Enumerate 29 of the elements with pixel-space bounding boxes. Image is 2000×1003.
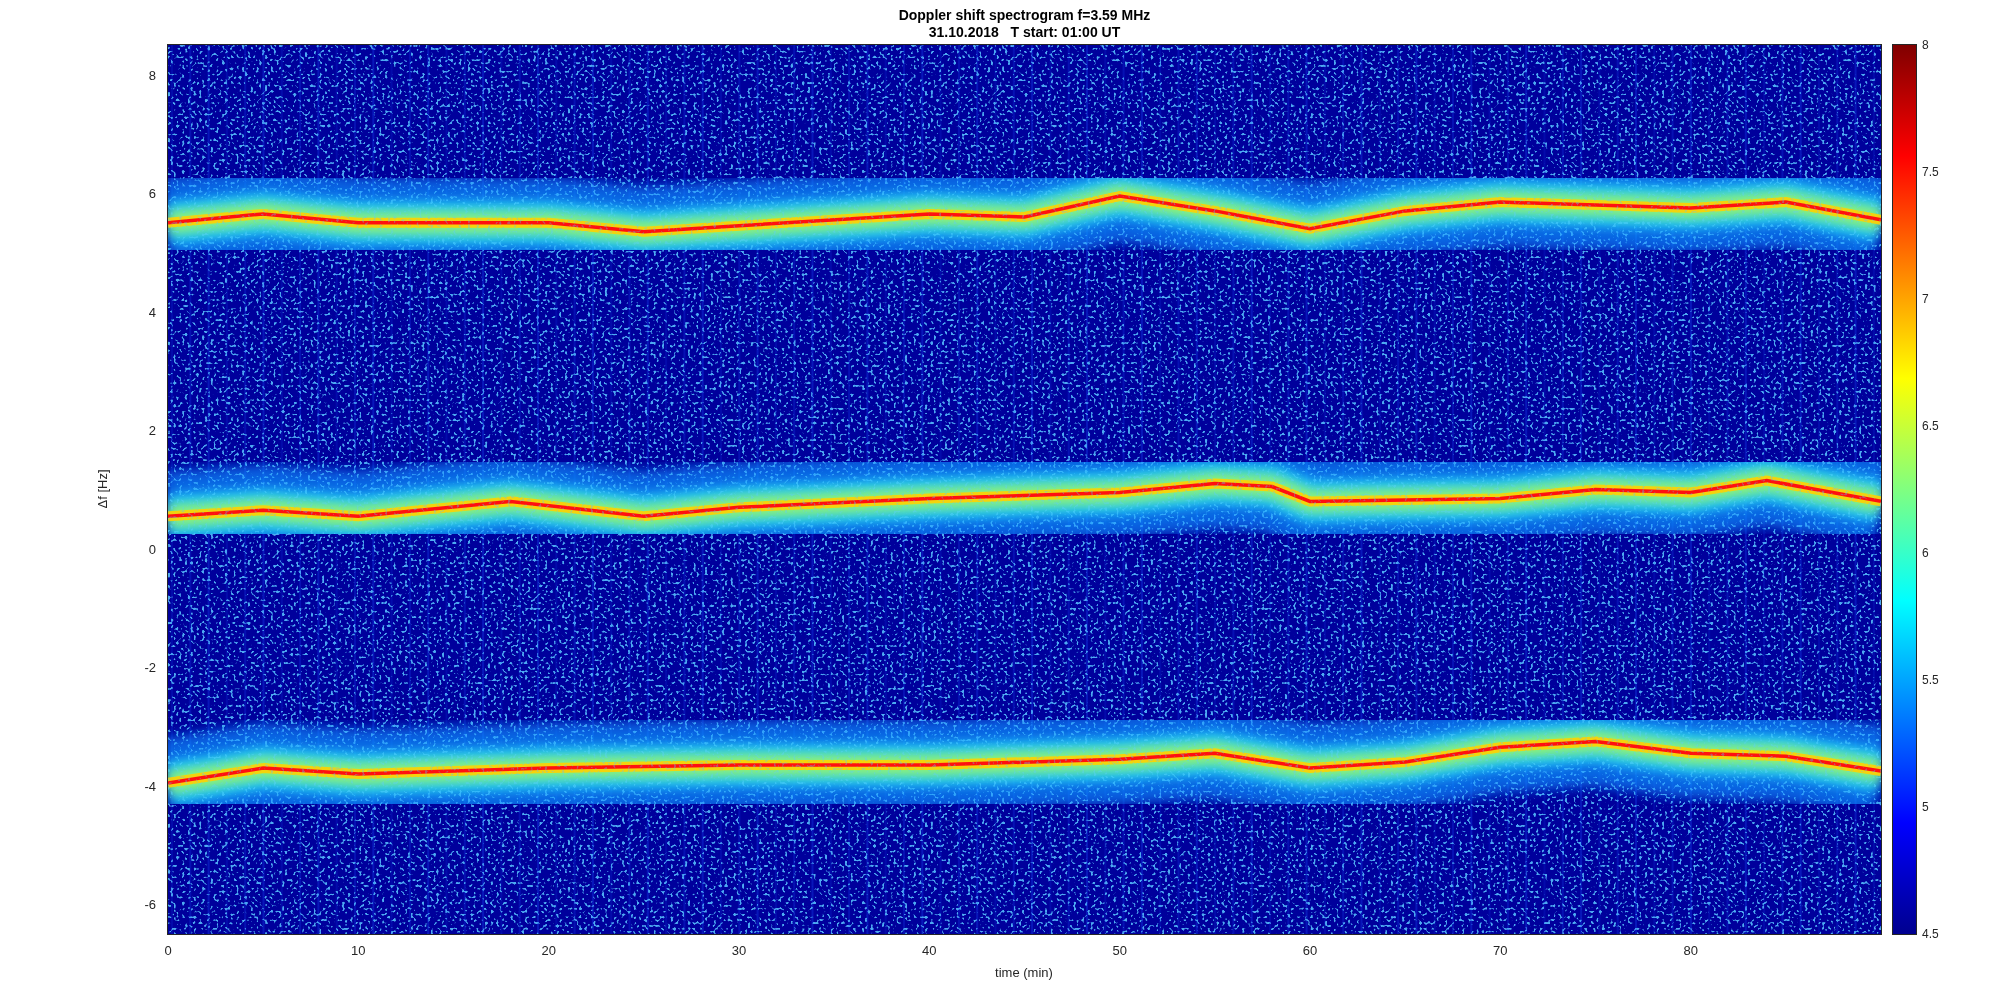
- x-tick-label: 30: [731, 943, 747, 958]
- y-tick-label: -2: [144, 659, 156, 675]
- x-tick-label: 50: [1112, 943, 1127, 958]
- colorbar-tick-label: 6.5: [1922, 419, 1939, 433]
- y-tick-label: -4: [144, 778, 156, 794]
- y-tick-label: -6: [144, 896, 156, 912]
- y-axis-label: Δf [Hz]: [94, 469, 110, 509]
- x-tick-label: 0: [164, 943, 172, 958]
- colorbar-tick-label: 5: [1922, 800, 1929, 814]
- x-tick-label: 80: [1683, 943, 1698, 958]
- x-tick-label: 20: [541, 943, 556, 958]
- x-axis-label: time (min): [995, 965, 1053, 980]
- y-tick-label: 2: [148, 422, 156, 438]
- x-tick-label: 40: [922, 943, 937, 958]
- y-tick-label: 0: [148, 541, 156, 557]
- colorbar-tick-label: 5.5: [1922, 673, 1939, 687]
- y-tick-label: 8: [148, 67, 156, 83]
- colorbar-tick-label: 4.5: [1922, 927, 1939, 941]
- y-tick-label: 4: [148, 304, 156, 320]
- colorbar-tick-label: 7: [1922, 292, 1929, 306]
- colorbar-tick-label: 6: [1922, 546, 1929, 560]
- chart-title: 31.10.2018 T start: 01:00 UT: [928, 23, 1121, 41]
- chart-title: Doppler shift spectrogram f=3.59 MHz: [898, 6, 1151, 24]
- colorbar-tick-label: 8: [1922, 38, 1929, 52]
- y-tick-label: 6: [148, 185, 156, 201]
- x-tick-label: 60: [1302, 943, 1318, 958]
- x-tick-label: 70: [1493, 943, 1508, 958]
- colorbar-tick-label: 7.5: [1922, 165, 1939, 179]
- x-tick-label: 10: [351, 943, 366, 958]
